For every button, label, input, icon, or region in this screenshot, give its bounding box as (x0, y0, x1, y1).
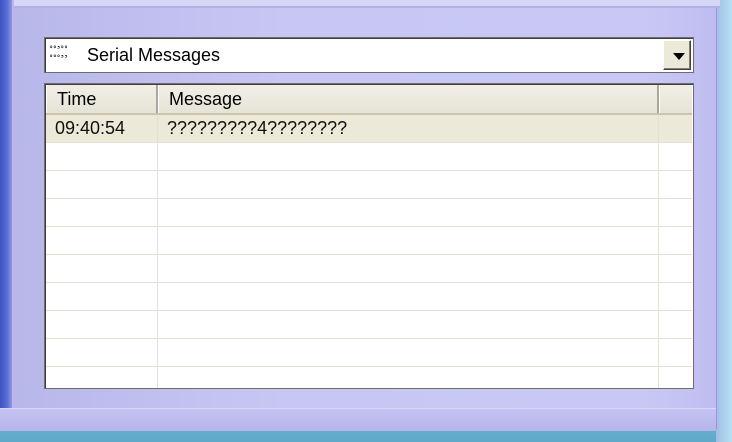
message-cell (158, 339, 659, 366)
message-cell (158, 283, 659, 310)
message-cell (158, 255, 659, 282)
serial-icon-line-2: °°°³³ (49, 54, 68, 62)
serial-messages-panel: °°³°° °°°³³ Serial Messages Time Message… (0, 0, 720, 431)
time-cell: 09:40:54 (46, 115, 158, 142)
column-header-time[interactable]: Time (46, 85, 158, 113)
serial-icon-line-1: °°³°° (49, 45, 68, 53)
filler-cell (659, 171, 692, 198)
time-cell (46, 367, 158, 388)
time-cell (46, 255, 158, 282)
filler-cell (659, 227, 692, 254)
filler-cell (659, 143, 692, 170)
table-row[interactable] (46, 199, 692, 227)
desktop-background (716, 0, 732, 442)
dropdown-toggle-button[interactable] (663, 40, 691, 70)
panel-bottom-edge (0, 408, 716, 431)
message-cell (158, 367, 659, 388)
table-row[interactable] (46, 311, 692, 339)
time-cell (46, 143, 158, 170)
filler-cell (659, 255, 692, 282)
message-cell (158, 227, 659, 254)
message-cell (158, 311, 659, 338)
table-row[interactable]: 09:40:54 ?????????4???????? (46, 115, 692, 143)
grid-header: Time Message (46, 85, 692, 115)
time-cell (46, 227, 158, 254)
table-row[interactable] (46, 367, 692, 388)
message-cell (158, 143, 659, 170)
message-cell (158, 171, 659, 198)
message-cell: ?????????4???????? (158, 115, 659, 142)
time-cell (46, 311, 158, 338)
time-cell (46, 199, 158, 226)
grid-rows: 09:40:54 ?????????4???????? (46, 115, 692, 388)
panel-top-edge (14, 0, 720, 8)
serial-port-icon: °°³°° °°°³³ (49, 45, 79, 65)
filler-cell (659, 311, 692, 338)
filler-cell (659, 339, 692, 366)
filler-cell (659, 199, 692, 226)
dropdown-selected-value: Serial Messages (87, 45, 221, 65)
panel-left-bar (0, 0, 12, 430)
table-row[interactable] (46, 171, 692, 199)
table-row[interactable] (46, 339, 692, 367)
message-source-dropdown[interactable]: °°³°° °°°³³ Serial Messages (44, 37, 694, 73)
time-cell (46, 283, 158, 310)
column-header-message[interactable]: Message (158, 85, 659, 113)
message-cell (158, 199, 659, 226)
time-cell (46, 171, 158, 198)
table-row[interactable] (46, 227, 692, 255)
chevron-down-icon (673, 53, 685, 60)
filler-cell (659, 115, 692, 142)
column-header-filler (659, 85, 692, 113)
filler-cell (659, 367, 692, 388)
table-row[interactable] (46, 143, 692, 171)
table-row[interactable] (46, 283, 692, 311)
time-cell (46, 339, 158, 366)
messages-grid[interactable]: Time Message 09:40:54 ?????????4???????? (44, 83, 694, 389)
filler-cell (659, 283, 692, 310)
table-row[interactable] (46, 255, 692, 283)
